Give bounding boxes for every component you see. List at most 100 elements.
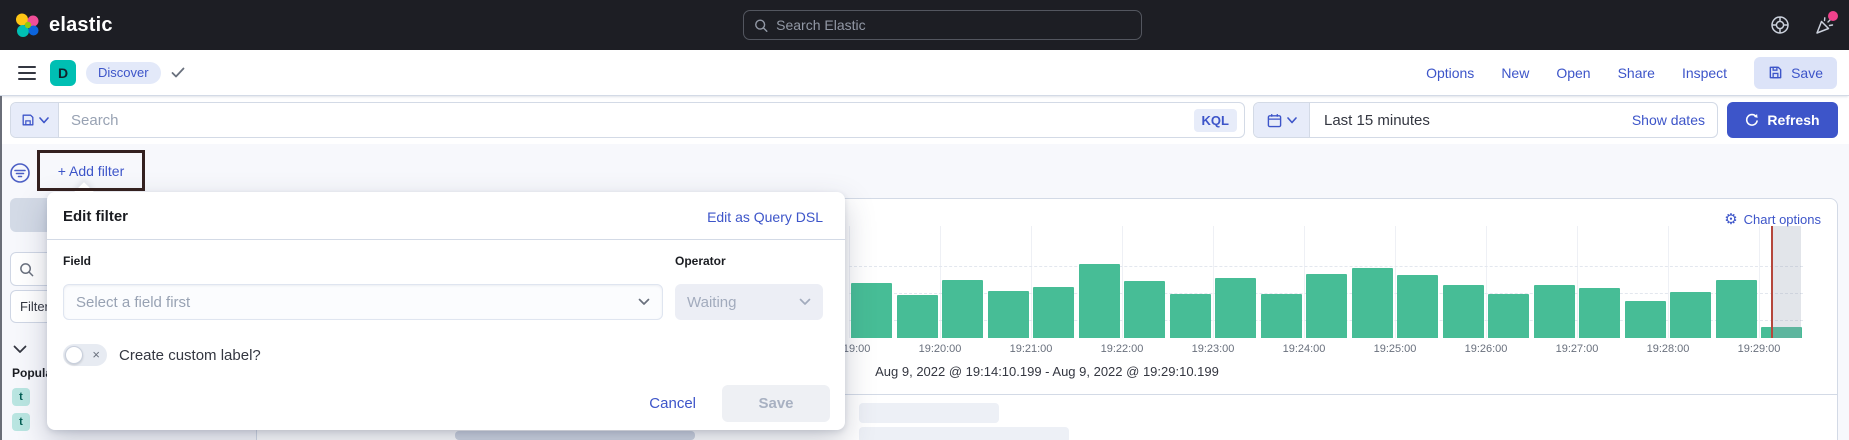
- field-label: Field: [63, 254, 91, 268]
- toggle-off-x-icon: ×: [92, 347, 100, 362]
- histogram-bar[interactable]: [1261, 294, 1302, 338]
- chart-options-label: Chart options: [1744, 212, 1821, 227]
- chevron-down-icon: [1287, 117, 1297, 124]
- save-button-label: Save: [1791, 65, 1823, 81]
- popover-save-button[interactable]: Save: [722, 385, 830, 422]
- toolbar-link-share[interactable]: Share: [1618, 65, 1655, 81]
- toolbar-link-open[interactable]: Open: [1556, 65, 1590, 81]
- kql-button[interactable]: KQL: [1194, 109, 1237, 132]
- elastic-brand[interactable]: elastic: [14, 12, 113, 38]
- x-axis-tick-label: 19:20:00: [919, 343, 962, 355]
- custom-label-toggle-label: Create custom label?: [119, 347, 261, 364]
- toggle-knob: [65, 346, 83, 364]
- chevron-down-icon: [39, 117, 49, 124]
- loading-skeleton: [859, 427, 1069, 440]
- histogram-bar[interactable]: [1534, 285, 1575, 338]
- app-toolbar: D Discover Options New Open Share Inspect Sa…: [0, 50, 1849, 96]
- search-icon: [19, 262, 34, 277]
- histogram-bar[interactable]: [1397, 275, 1438, 338]
- space-badge[interactable]: D: [50, 60, 76, 86]
- breadcrumb[interactable]: Discover: [86, 62, 161, 84]
- x-axis-tick-label: 19:27:00: [1556, 343, 1599, 355]
- brand-name: elastic: [49, 14, 113, 37]
- custom-label-toggle[interactable]: ×: [63, 344, 107, 366]
- saved-query-icon: [21, 113, 35, 127]
- date-quick-menu-button[interactable]: [1254, 103, 1310, 137]
- elastic-logo-icon: [14, 12, 40, 38]
- query-input-group: KQL: [10, 102, 1245, 138]
- loading-skeleton: [859, 403, 999, 423]
- histogram-bar[interactable]: [1670, 292, 1711, 338]
- x-axis-tick-label: 19:23:00: [1192, 343, 1235, 355]
- time-range-value[interactable]: Last 15 minutes: [1310, 112, 1430, 129]
- horizontal-gridline: [849, 266, 1803, 267]
- calendar-icon: [1267, 113, 1282, 128]
- histogram-bar[interactable]: [1579, 288, 1620, 338]
- histogram-bar[interactable]: [1443, 285, 1484, 338]
- refresh-button[interactable]: Refresh: [1727, 102, 1838, 138]
- histogram-bar[interactable]: [1215, 278, 1256, 338]
- field-type-token[interactable]: t: [12, 388, 30, 406]
- global-header: elastic: [0, 0, 1849, 50]
- add-filter-button[interactable]: + Add filter: [58, 163, 125, 179]
- histogram-bar[interactable]: [1124, 281, 1165, 338]
- chevron-down-icon[interactable]: [13, 341, 27, 359]
- save-button[interactable]: Save: [1754, 57, 1837, 89]
- x-axis-tick-label: 19:26:00: [1465, 343, 1508, 355]
- newsfeed-icon[interactable]: [1813, 14, 1835, 36]
- menu-icon[interactable]: [18, 62, 38, 84]
- field-select[interactable]: Select a field first: [63, 284, 663, 320]
- histogram-bar[interactable]: [942, 280, 983, 338]
- histogram-bar[interactable]: [1625, 301, 1666, 338]
- operator-select[interactable]: Waiting: [675, 284, 823, 320]
- x-axis-tick-label: 19:29:00: [1738, 343, 1781, 355]
- histogram-bar[interactable]: [1079, 264, 1120, 338]
- help-icon[interactable]: [1769, 14, 1791, 36]
- popover-title: Edit filter: [63, 208, 128, 225]
- histogram-bar[interactable]: [897, 295, 938, 338]
- global-search-input[interactable]: [776, 17, 1131, 33]
- query-input[interactable]: [59, 112, 1194, 129]
- date-picker: Last 15 minutes Show dates: [1253, 102, 1718, 138]
- histogram-bar[interactable]: [1170, 294, 1211, 338]
- global-search[interactable]: [743, 10, 1142, 40]
- refresh-button-label: Refresh: [1767, 112, 1819, 128]
- edit-as-query-dsl-link[interactable]: Edit as Query DSL: [707, 209, 823, 225]
- cancel-button[interactable]: Cancel: [649, 395, 696, 412]
- field-type-token[interactable]: t: [12, 413, 30, 431]
- histogram-bar[interactable]: [1352, 268, 1393, 338]
- chart-options-button[interactable]: ⚙ Chart options: [1724, 212, 1821, 227]
- search-icon: [754, 18, 768, 33]
- histogram-bar[interactable]: [1716, 280, 1757, 338]
- toolbar-link-new[interactable]: New: [1501, 65, 1529, 81]
- histogram-bar[interactable]: [1306, 274, 1347, 338]
- field-select-placeholder: Select a field first: [76, 294, 190, 311]
- annotation-highlight-box: + Add filter: [37, 150, 145, 191]
- x-axis-tick-label: 19:25:00: [1374, 343, 1417, 355]
- filter-menu-icon[interactable]: [9, 162, 31, 184]
- chevron-down-icon: [638, 298, 650, 306]
- saved-query-menu-button[interactable]: [11, 103, 59, 137]
- histogram-bar[interactable]: [1488, 294, 1529, 338]
- x-axis-tick-label: 19:22:00: [1101, 343, 1144, 355]
- popular-fields-list: tt: [12, 388, 30, 438]
- x-axis-tick-label: 19:28:00: [1647, 343, 1690, 355]
- chevron-down-icon: [799, 298, 811, 306]
- histogram-bar[interactable]: [851, 283, 892, 338]
- histogram-bar[interactable]: [1033, 287, 1074, 338]
- histogram-plot[interactable]: [849, 226, 1803, 338]
- current-time-marker: [1771, 226, 1773, 338]
- query-bar: KQL Last 15 minutes Show dates Refresh: [0, 96, 1849, 144]
- operator-select-placeholder: Waiting: [687, 294, 736, 311]
- toolbar-link-inspect[interactable]: Inspect: [1682, 65, 1727, 81]
- window-edge: [0, 96, 2, 440]
- show-dates-button[interactable]: Show dates: [1632, 112, 1717, 128]
- histogram-bar[interactable]: [988, 291, 1029, 338]
- operator-label: Operator: [675, 254, 726, 268]
- refresh-icon: [1745, 113, 1759, 127]
- toolbar-links: Options New Open Share Inspect: [1426, 65, 1727, 81]
- toolbar-link-options[interactable]: Options: [1426, 65, 1474, 81]
- popover-divider: [47, 239, 845, 240]
- gear-icon: ⚙: [1724, 212, 1737, 227]
- partial-bucket-shading: [1771, 226, 1801, 338]
